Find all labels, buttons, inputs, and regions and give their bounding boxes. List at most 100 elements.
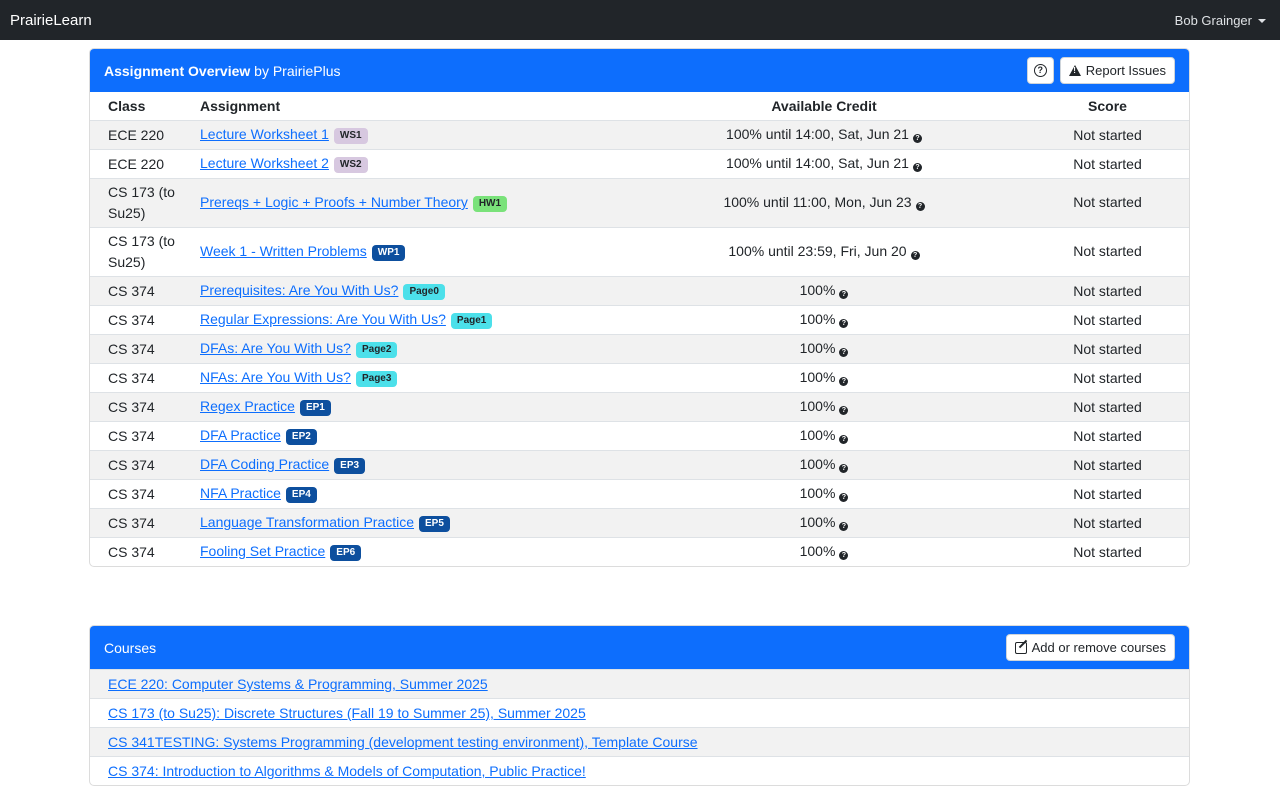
info-icon[interactable]: ? — [912, 163, 922, 172]
add-remove-courses-label: Add or remove courses — [1031, 640, 1166, 655]
assignment-link[interactable]: Lecture Worksheet 1 — [200, 126, 329, 142]
table-row: CS 374 Fooling Set Practice EP6 100%? Not st… — [90, 536, 1189, 566]
assignment-cell: Language Transformation Practice EP5 — [186, 507, 622, 537]
assignment-badge: EP6 — [330, 544, 362, 561]
class-cell: ECE 220 — [90, 148, 186, 178]
assignment-badge: EP2 — [285, 428, 317, 445]
assignment-link[interactable]: Fooling Set Practice — [200, 543, 325, 559]
column-header-score: Score — [1088, 97, 1127, 114]
info-icon[interactable]: ? — [839, 377, 849, 386]
score-cell: Not started — [1022, 507, 1189, 537]
assignment-badge: WP1 — [371, 245, 406, 261]
assignment-badge: Page3 — [355, 370, 398, 387]
assignment-cell: NFAs: Are You With Us? Page3 — [186, 362, 622, 392]
class-cell: CS 374 — [90, 391, 186, 421]
help-button[interactable]: ? — [1026, 57, 1054, 84]
info-icon[interactable]: ? — [839, 290, 849, 299]
assignment-link[interactable]: Week 1 - Written Problems — [200, 243, 367, 259]
credit-text: 100% — [799, 514, 836, 530]
score-cell: Not started — [1022, 333, 1189, 363]
assignment-cell: Regex Practice EP1 — [186, 391, 622, 421]
assignment-cell: DFAs: Are You With Us? Page2 — [186, 333, 622, 363]
class-cell: CS 374 — [90, 304, 186, 334]
credit-cell: 100% until 14:00, Sat, Jun 21? — [622, 119, 1022, 149]
score-cell: Not started — [1022, 177, 1189, 227]
course-row: CS 341TESTING: Systems Programming (deve… — [90, 727, 1189, 756]
assignment-cell: Prerequisites: Are You With Us? Page0 — [186, 275, 622, 305]
class-cell: CS 374 — [90, 275, 186, 305]
info-icon[interactable]: ? — [839, 493, 849, 502]
class-cell: ECE 220 — [90, 119, 186, 149]
assignment-link[interactable]: DFAs: Are You With Us? — [200, 340, 351, 356]
class-cell: CS 374 — [90, 333, 186, 363]
info-icon[interactable]: ? — [839, 522, 849, 531]
class-cell: CS 173 (to Su25) — [90, 226, 186, 276]
credit-cell: 100%? — [622, 536, 1022, 566]
info-icon[interactable]: ? — [839, 319, 849, 328]
assignment-link[interactable]: Prerequisites: Are You With Us? — [200, 282, 398, 298]
assignment-link[interactable]: NFA Practice — [200, 485, 281, 501]
assignment-link[interactable]: Prereqs + Logic + Proofs + Number Theory — [200, 194, 468, 210]
table-row: CS 173 (to Su25) Prereqs + Logic + Proofs… — [90, 177, 1189, 227]
assignment-cell: Lecture Worksheet 2 WS2 — [186, 148, 622, 178]
credit-cell: 100%? — [622, 478, 1022, 508]
report-issues-button[interactable]: Report Issues — [1059, 57, 1175, 84]
credit-text: 100% — [799, 340, 836, 356]
assignment-link[interactable]: DFA Practice — [200, 427, 281, 443]
credit-text: 100% — [799, 427, 836, 443]
assignment-link[interactable]: Regular Expressions: Are You With Us? — [200, 311, 446, 327]
assignment-badge: Page2 — [355, 341, 398, 358]
assignment-cell: Regular Expressions: Are You With Us? Pag… — [186, 304, 622, 334]
credit-cell: 100%? — [622, 420, 1022, 450]
credit-cell: 100%? — [622, 449, 1022, 479]
assignment-link[interactable]: Regex Practice — [200, 398, 295, 414]
table-row: CS 374 DFAs: Are You With Us? Page2 100%? No… — [90, 333, 1189, 363]
assignment-overview-card: Assignment Overview by PrairiePlus ? Rep… — [89, 48, 1190, 567]
info-icon[interactable]: ? — [839, 406, 849, 415]
info-icon[interactable]: ? — [839, 348, 849, 357]
question-circle-icon: ? — [1033, 64, 1047, 77]
credit-text: 100% — [799, 398, 836, 414]
score-cell: Not started — [1022, 275, 1189, 305]
credit-text: 100% until 14:00, Sat, Jun 21 — [726, 155, 909, 171]
table-row: CS 374 DFA Coding Practice EP3 100%? Not sta… — [90, 449, 1189, 479]
assignment-link[interactable]: NFAs: Are You With Us? — [200, 369, 351, 385]
score-cell: Not started — [1022, 478, 1189, 508]
course-list: ECE 220: Computer Systems & Programming,… — [90, 669, 1189, 785]
credit-text: 100% — [799, 456, 836, 472]
assignment-overview-header: Assignment Overview by PrairiePlus ? Rep… — [90, 49, 1189, 92]
score-cell: Not started — [1022, 226, 1189, 276]
course-link[interactable]: CS 341TESTING: Systems Programming (deve… — [108, 734, 698, 750]
column-header-class: Class — [108, 97, 146, 114]
table-row: CS 374 Prerequisites: Are You With Us? Pag… — [90, 275, 1189, 305]
score-cell: Not started — [1022, 362, 1189, 392]
class-cell: CS 374 — [90, 449, 186, 479]
table-row: CS 374 Language Transformation Practice EP… — [90, 507, 1189, 537]
info-icon[interactable]: ? — [912, 134, 922, 143]
assignment-link[interactable]: Lecture Worksheet 2 — [200, 155, 329, 171]
info-icon[interactable]: ? — [915, 202, 925, 211]
user-menu[interactable]: Bob Grainger — [1175, 13, 1266, 28]
info-icon[interactable]: ? — [839, 435, 849, 444]
credit-cell: 100% until 11:00, Mon, Jun 23? — [622, 177, 1022, 227]
info-icon[interactable]: ? — [839, 464, 849, 473]
info-icon[interactable]: ? — [910, 251, 920, 260]
brand-logo[interactable]: PrairieLearn — [10, 12, 92, 29]
assignment-badge: WS2 — [333, 156, 368, 173]
credit-text: 100% — [799, 311, 836, 327]
report-issues-label: Report Issues — [1085, 63, 1166, 78]
assignment-badge: HW1 — [472, 196, 508, 212]
credit-cell: 100% until 14:00, Sat, Jun 21? — [622, 148, 1022, 178]
course-link[interactable]: CS 374: Introduction to Algorithms & Mod… — [108, 763, 586, 779]
courses-card: Courses Add or remove courses ECE 220: C… — [89, 625, 1190, 786]
course-link[interactable]: CS 173 (to Su25): Discrete Structures (F… — [108, 705, 586, 721]
credit-cell: 100% until 23:59, Fri, Jun 20? — [622, 226, 1022, 276]
course-link[interactable]: ECE 220: Computer Systems & Programming,… — [108, 676, 488, 692]
assignment-cell: Prereqs + Logic + Proofs + Number Theory… — [186, 177, 622, 227]
add-remove-courses-button[interactable]: Add or remove courses — [1005, 634, 1175, 661]
info-icon[interactable]: ? — [839, 551, 849, 561]
table-row: CS 374 Regex Practice EP1 100%? Not started — [90, 391, 1189, 421]
assignment-link[interactable]: Language Transformation Practice — [200, 514, 414, 530]
courses-header: Courses Add or remove courses — [90, 626, 1189, 669]
assignment-link[interactable]: DFA Coding Practice — [200, 456, 329, 472]
